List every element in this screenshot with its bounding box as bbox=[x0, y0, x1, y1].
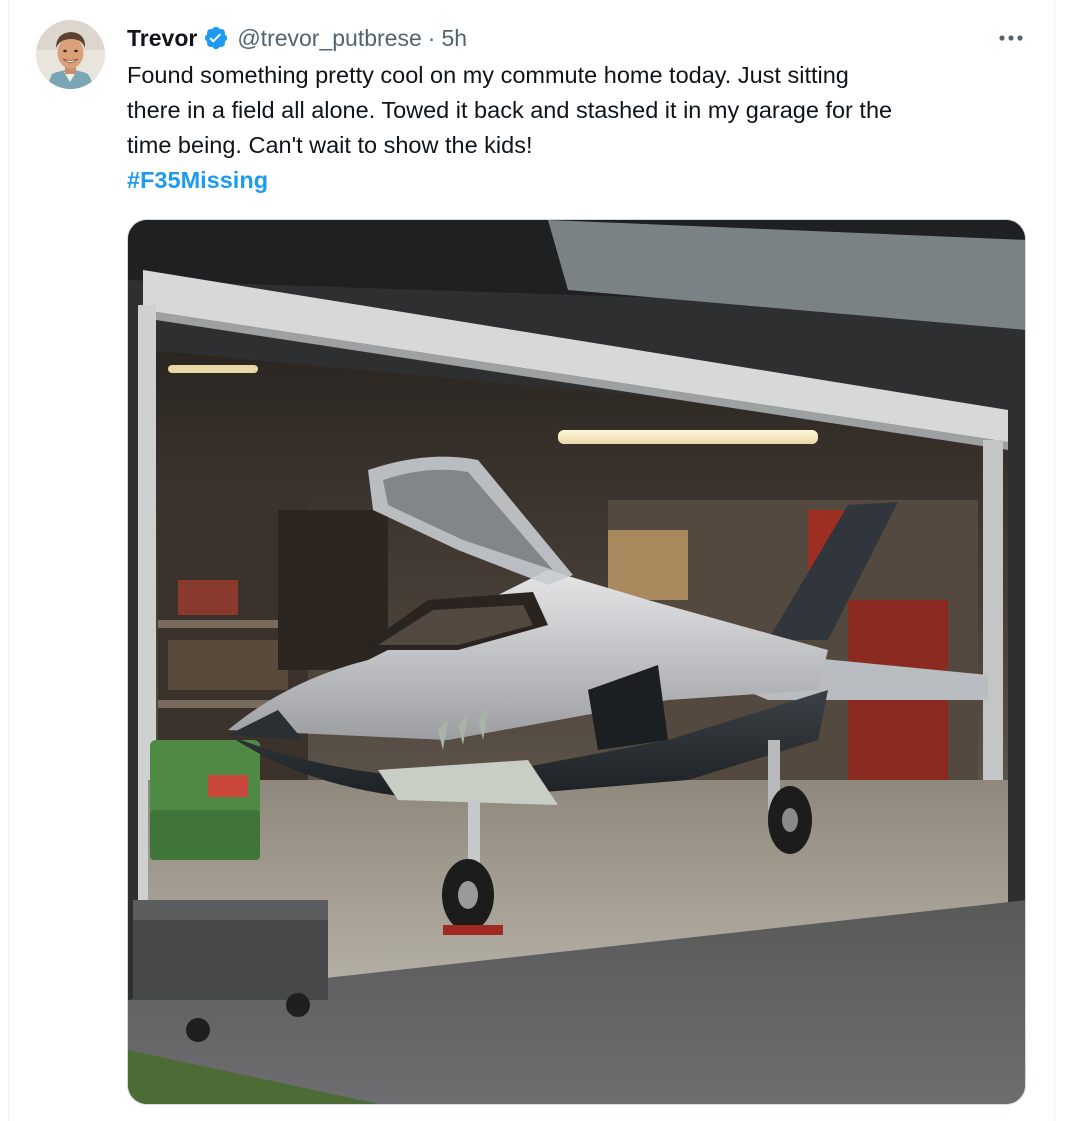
tweet-text-line: time being. Can't wait to show the kids! bbox=[127, 132, 533, 158]
user-handle[interactable]: @trevor_putbrese bbox=[237, 25, 421, 52]
avatar[interactable] bbox=[36, 20, 105, 89]
more-horizontal-icon[interactable] bbox=[988, 22, 1034, 54]
tweet-text-line: there in a field all alone. Towed it bac… bbox=[127, 97, 893, 123]
user-avatar-image bbox=[36, 20, 105, 89]
tweet-text: Found something pretty cool on my commut… bbox=[127, 58, 1027, 198]
display-name[interactable]: Trevor bbox=[127, 25, 197, 52]
garage-jet-photo bbox=[128, 220, 1025, 1104]
tweet-text-line: Found something pretty cool on my commut… bbox=[127, 62, 849, 88]
timestamp[interactable]: 5h bbox=[441, 25, 467, 52]
tweet-header: Trevor @trevor_putbrese · 5h bbox=[127, 22, 467, 54]
hashtag-link[interactable]: #F35Missing bbox=[127, 163, 268, 198]
separator-dot: · bbox=[427, 24, 436, 51]
verified-badge-icon[interactable] bbox=[203, 25, 229, 51]
tweet-media-photo[interactable] bbox=[127, 219, 1026, 1105]
